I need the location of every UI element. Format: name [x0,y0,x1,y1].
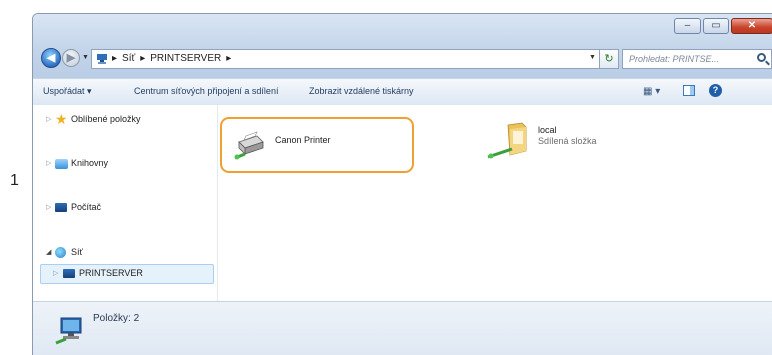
sidebar-item-printserver[interactable]: ▷ PRINTSERVER [33,264,217,284]
help-icon[interactable]: ? [709,84,722,97]
breadcrumb-separator[interactable]: ▸ [112,53,117,64]
file-list: Canon Printer local Sdílená složka [218,105,772,301]
expand-arrow-icon[interactable]: ▷ [53,269,58,277]
address-bar[interactable]: ▸ Síť ▸ PRINTSERVER ▸ ▼ [91,49,613,69]
network-sharing-center-button[interactable]: Centrum síťových připojení a sdílení [134,86,278,96]
sidebar-item-libraries[interactable]: ▷ Knihovny [33,156,217,174]
star-icon: ★ [55,111,68,127]
computer-icon [55,203,67,212]
breadcrumb: ▸ Síť ▸ PRINTSERVER ▸ [112,53,236,64]
sidebar-item-favorites[interactable]: ▷ ★ Oblíbené položky [33,112,217,130]
file-item-subtitle: Sdílená složka [538,136,597,146]
details-pane: Položky: 2 [33,301,772,355]
change-view-icon[interactable]: ▦ ▾ [643,86,660,97]
network-icon [55,247,66,258]
maximize-button[interactable]: ▭ [703,18,729,34]
title-bar: – ▭ ✕ ◀ ▶ ▼ ▸ Síť ▸ PRINTSERVER ▸ ▼ ↻ Prohle… [33,14,772,78]
sidebar-item-label: PRINTSERVER [79,268,143,278]
organize-button[interactable]: Uspořádat ▾ [43,86,92,97]
recent-pages-dropdown[interactable]: ▼ [82,54,89,61]
collapse-arrow-icon[interactable]: ◢ [46,248,51,256]
file-item-name: local [538,125,557,135]
command-bar: Uspořádat ▾ Centrum síťových připojení a… [33,78,772,106]
forward-button[interactable]: ▶ [62,49,80,67]
shared-folder-icon [487,122,527,159]
file-item-name: Canon Printer [275,135,331,145]
preview-pane-icon[interactable] [683,85,695,96]
item-count: Položky: 2 [93,313,140,324]
step-number: 1 [10,172,19,189]
sidebar-item-network[interactable]: ◢ Síť [33,245,217,263]
navigation-pane: ▷ ★ Oblíbené položky ▷ Knihovny ▷ Počíta… [33,105,218,301]
search-input[interactable]: Prohledat: PRINTSE... [622,49,772,69]
network-icon [97,54,107,64]
breadcrumb-separator[interactable]: ▸ [226,53,231,64]
network-computer-icon [55,317,82,345]
search-icon[interactable] [757,53,766,62]
expand-arrow-icon[interactable]: ▷ [46,115,51,123]
sidebar-item-label: Počítač [71,202,102,212]
back-button[interactable]: ◀ [41,48,61,68]
printer-icon [234,131,264,160]
sidebar-item-label: Síť [71,247,83,257]
minimize-button[interactable]: – [674,18,701,34]
view-remote-printers-button[interactable]: Zobrazit vzdálené tiskárny [309,86,414,96]
expand-arrow-icon[interactable]: ▷ [46,159,51,167]
file-item-canon-printer[interactable]: Canon Printer [220,117,414,173]
sidebar-item-label: Oblíbené položky [71,114,141,124]
breadcrumb-printserver[interactable]: PRINTSERVER [150,53,221,64]
refresh-button[interactable]: ↻ [599,49,619,69]
sidebar-item-computer[interactable]: ▷ Počítač [33,200,217,218]
breadcrumb-separator[interactable]: ▸ [140,53,145,64]
sidebar-item-label: Knihovny [71,158,109,168]
libraries-icon [55,159,68,169]
expand-arrow-icon[interactable]: ▷ [46,203,51,211]
address-dropdown[interactable]: ▼ [589,54,596,61]
close-button[interactable]: ✕ [731,18,772,34]
search-placeholder: Prohledat: PRINTSE... [629,54,720,64]
computer-icon [63,269,75,278]
explorer-window: – ▭ ✕ ◀ ▶ ▼ ▸ Síť ▸ PRINTSERVER ▸ ▼ ↻ Prohle… [32,13,772,355]
breadcrumb-network[interactable]: Síť [122,53,135,64]
file-item-local[interactable]: local Sdílená složka [486,117,686,173]
